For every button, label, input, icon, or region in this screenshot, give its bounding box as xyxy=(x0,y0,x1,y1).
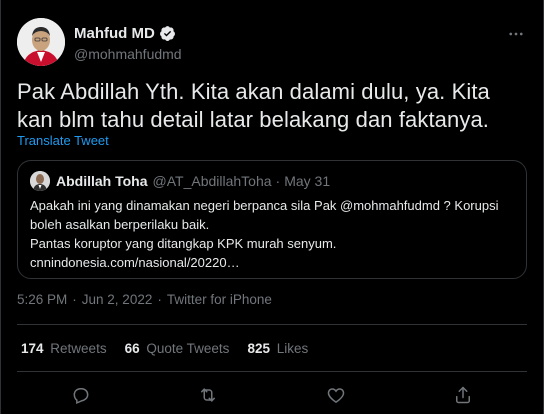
quoted-author-name: Abdillah Toha xyxy=(56,173,148,189)
quoted-date: May 31 xyxy=(284,173,331,189)
retweet-icon[interactable] xyxy=(195,382,221,408)
tweet-header: Mahfud MD @mohmahfudmd xyxy=(17,17,527,67)
divider xyxy=(17,371,527,372)
author-names: Mahfud MD @mohmahfudmd xyxy=(74,24,182,63)
quote-tweets-stat[interactable]: 66 Quote Tweets xyxy=(125,341,230,356)
author-display-name[interactable]: Mahfud MD xyxy=(74,25,155,42)
tweet-stats: 174 Retweets 66 Quote Tweets 825 Likes xyxy=(21,341,326,356)
tweet-time[interactable]: 5:26 PM xyxy=(17,292,67,307)
quoted-tweet-header: Abdillah Toha @AT_AbdillahToha · May 31 xyxy=(30,171,514,191)
verified-badge-icon xyxy=(159,25,175,41)
quoted-text-line: Apakah ini yang dinamakan negeri berpanc… xyxy=(30,198,499,213)
tweet-actions xyxy=(17,380,527,410)
likes-stat[interactable]: 825 Likes xyxy=(247,341,308,356)
quoted-tweet-text: Apakah ini yang dinamakan negeri berpanc… xyxy=(30,196,514,272)
retweets-stat[interactable]: 174 Retweets xyxy=(21,341,107,356)
quoted-text-line: boleh asalkan berperilaku baik. xyxy=(30,217,210,232)
retweets-count: 174 xyxy=(21,341,44,356)
quoted-text-line: Pantas koruptor yang ditangkap KPK murah… xyxy=(30,236,337,251)
share-icon[interactable] xyxy=(450,382,476,408)
tweet-source[interactable]: Twitter for iPhone xyxy=(167,292,272,307)
meta-separator: · xyxy=(72,292,77,307)
quoted-author-handle: @AT_AbdillahToha xyxy=(152,173,272,189)
tweet-meta: 5:26 PM · Jun 2, 2022 · Twitter for iPho… xyxy=(17,292,272,307)
quoted-author-avatar xyxy=(30,171,50,191)
meta-separator: · xyxy=(157,292,162,307)
tweet-detail: Mahfud MD @mohmahfudmd Pak Abdillah Yth.… xyxy=(0,0,544,414)
quoted-separator: · xyxy=(275,173,281,189)
author-avatar[interactable] xyxy=(17,18,65,66)
tweet-date[interactable]: Jun 2, 2022 xyxy=(82,292,153,307)
likes-count: 825 xyxy=(247,341,270,356)
like-icon[interactable] xyxy=(323,382,349,408)
likes-label: Likes xyxy=(276,341,309,356)
quote-tweets-label: Quote Tweets xyxy=(146,341,230,356)
translate-tweet-link[interactable]: Translate Tweet xyxy=(17,133,109,148)
quoted-tweet[interactable]: Abdillah Toha @AT_AbdillahToha · May 31 … xyxy=(17,160,527,279)
divider xyxy=(17,324,527,325)
author-handle[interactable]: @mohmahfudmd xyxy=(74,46,182,62)
more-icon[interactable] xyxy=(505,23,527,45)
tweet-text: Pak Abdillah Yth. Kita akan dalami dulu,… xyxy=(17,79,490,132)
reply-icon[interactable] xyxy=(68,382,94,408)
quoted-link-text: cnnindonesia.com/nasional/20220… xyxy=(30,255,240,270)
retweets-label: Retweets xyxy=(50,341,107,356)
quote-tweets-count: 66 xyxy=(124,341,140,356)
